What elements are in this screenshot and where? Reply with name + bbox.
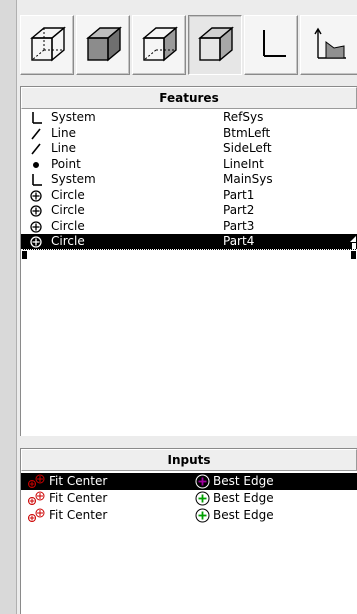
input-row[interactable]: Fit Center Best Edge — [21, 507, 357, 524]
best-edge-icon — [195, 474, 210, 489]
selection-handles — [21, 249, 357, 260]
left-handle[interactable] — [21, 249, 28, 260]
feature-name: BtmLeft — [223, 125, 271, 140]
feature-row[interactable]: Line BtmLeft — [21, 126, 357, 142]
feature-name: Part2 — [223, 203, 255, 217]
outline-view-button[interactable] — [188, 15, 242, 75]
features-panel: Features System RefSys Line BtmLeft Line Side… — [20, 86, 357, 436]
outline-cube-icon — [198, 26, 234, 62]
feature-name: LineInt — [223, 156, 264, 171]
wireframe-cube-icon — [30, 26, 66, 62]
feature-row[interactable]: System RefSys — [21, 110, 357, 126]
feature-type: System — [51, 172, 96, 186]
feature-type: System — [51, 110, 96, 124]
left-splitter-bar[interactable] — [0, 0, 17, 614]
input-edge-mode: Best Edge — [213, 491, 274, 505]
feature-type: Line — [51, 125, 77, 140]
feature-name: Part3 — [223, 218, 255, 233]
circle-crosshair-icon — [30, 236, 42, 248]
fit-center-icon — [28, 491, 45, 505]
input-method: Fit Center — [49, 474, 108, 488]
feature-row[interactable]: Circle Part1 — [21, 188, 357, 204]
point-icon — [33, 161, 39, 168]
hidden-line-cube-icon — [142, 26, 178, 62]
features-header: Features — [21, 87, 357, 109]
inputs-list: Fit Center Best Edge Fit Center Best Edge Fi… — [21, 471, 357, 524]
line-icon — [31, 143, 41, 155]
feature-row[interactable]: Line SideLeft — [21, 141, 357, 157]
inputs-header: Inputs — [21, 449, 357, 471]
shaded-view-button[interactable] — [76, 15, 130, 75]
feature-name: SideLeft — [223, 141, 272, 155]
input-method: Fit Center — [49, 491, 108, 505]
feature-row[interactable]: Circle Part3 — [21, 219, 357, 235]
inputs-panel: Inputs Fit Center Best Edge Fit Center Best… — [20, 448, 357, 614]
feature-row[interactable]: Point LineInt — [21, 157, 357, 173]
input-row[interactable]: Fit Center Best Edge — [21, 473, 357, 490]
feature-name: MainSys — [223, 172, 273, 186]
line-icon — [31, 128, 41, 139]
coordinate-system-icon — [263, 30, 286, 57]
wireframe-view-button[interactable] — [20, 15, 74, 75]
features-list: System RefSys Line BtmLeft Line SideLeft Point… — [21, 109, 357, 260]
input-method: Fit Center — [49, 508, 108, 522]
feature-type: Circle — [51, 218, 85, 233]
input-edge-mode: Best Edge — [213, 474, 274, 488]
feature-row[interactable]: Circle Part4 — [21, 234, 357, 250]
feature-type: Circle — [51, 203, 85, 217]
coordinate-system-button[interactable] — [244, 15, 298, 75]
feature-name: Part1 — [223, 187, 255, 202]
feature-row[interactable]: Circle Part2 — [21, 203, 357, 219]
feature-type: Circle — [51, 187, 85, 202]
shaded-cube-icon — [86, 26, 122, 62]
system-axis-icon — [32, 112, 42, 124]
feature-type: Line — [51, 141, 77, 155]
inspection-app-window: Features System RefSys Line BtmLeft Line Side… — [0, 0, 357, 614]
feature-type: Point — [51, 156, 81, 171]
best-edge-icon — [195, 508, 210, 523]
input-row[interactable]: Fit Center Best Edge — [21, 490, 357, 507]
feature-name: Part4 — [223, 234, 255, 248]
circle-crosshair-icon — [30, 205, 42, 217]
feature-name: RefSys — [223, 110, 264, 124]
feature-construct-button[interactable] — [300, 15, 357, 75]
fit-center-icon — [28, 508, 45, 522]
system-axis-icon — [32, 174, 42, 186]
feature-type: Circle — [51, 234, 85, 248]
fit-center-icon — [28, 474, 45, 488]
circle-crosshair-icon — [30, 189, 42, 202]
feature-row[interactable]: System MainSys — [21, 172, 357, 188]
right-handle[interactable] — [350, 249, 357, 260]
hidden-line-view-button[interactable] — [132, 15, 186, 75]
best-edge-icon — [195, 491, 210, 506]
circle-crosshair-icon — [30, 220, 42, 233]
feature-arrow-icon — [314, 27, 346, 59]
input-edge-mode: Best Edge — [213, 508, 274, 522]
resize-handle-icon[interactable] — [349, 234, 357, 249]
view-toolbar — [20, 15, 357, 75]
